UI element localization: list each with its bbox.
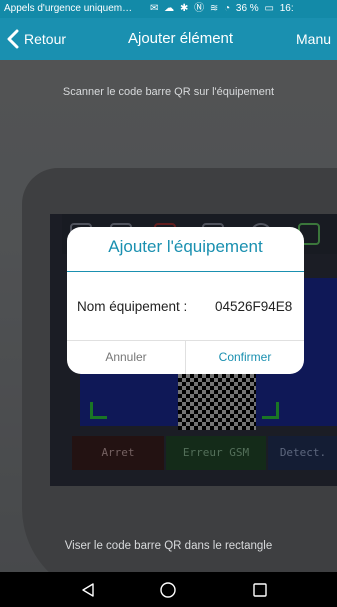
cancel-button[interactable]: Annuler xyxy=(67,341,185,374)
bluetooth-icon: ✱ xyxy=(179,3,189,14)
back-label: Retour xyxy=(24,31,67,47)
dialog-title: Ajouter l'équipement xyxy=(108,237,263,256)
nav-back-button[interactable] xyxy=(68,572,108,607)
scan-instruction-bottom: Viser le code barre QR dans le rectangle xyxy=(64,540,273,552)
status-bar: Appels d'urgence uniquem… ✉ ☁ ✱ Ⓝ ≋ ◔ 36… xyxy=(0,0,337,18)
wifi-icon: ◔ xyxy=(224,3,231,14)
back-button[interactable]: Retour xyxy=(6,18,66,60)
equipment-name-label: Nom équipement : xyxy=(77,299,188,314)
page-title: Ajouter élément xyxy=(128,30,234,47)
battery-percent: 36 % xyxy=(235,3,259,14)
vibrate-icon: ≋ xyxy=(209,3,219,14)
manual-entry-button[interactable]: Manu xyxy=(296,18,331,60)
back-triangle-icon xyxy=(82,582,94,597)
status-notification-text: Appels d'urgence uniquem… xyxy=(4,3,133,14)
chevron-left-icon xyxy=(7,29,19,49)
recents-square-icon xyxy=(253,582,267,597)
clock: 16: xyxy=(279,3,294,14)
mail-icon: ✉ xyxy=(150,3,159,14)
nav-recents-button[interactable] xyxy=(240,572,280,607)
cloud-icon: ☁ xyxy=(164,3,175,14)
status-icons: ✉ ☁ ✱ Ⓝ ≋ ◔ 36 % ▭ 16: xyxy=(150,0,297,18)
nav-home-button[interactable] xyxy=(148,572,188,607)
nfc-icon: Ⓝ xyxy=(194,3,205,14)
confirm-button[interactable]: Confirmer xyxy=(186,341,304,374)
title-bar: Retour Ajouter élément Manu xyxy=(0,18,337,60)
scan-instruction-top: Scanner le code barre QR sur l'équipemen… xyxy=(62,86,275,98)
system-nav-bar xyxy=(0,572,337,607)
dialog-title-divider xyxy=(67,271,304,272)
home-circle-icon xyxy=(160,581,176,598)
equipment-name-value: 04526F94E8 xyxy=(215,299,293,314)
battery-icon: ▭ xyxy=(264,3,274,14)
add-equipment-dialog: Ajouter l'équipement Nom équipement : 04… xyxy=(67,227,304,374)
